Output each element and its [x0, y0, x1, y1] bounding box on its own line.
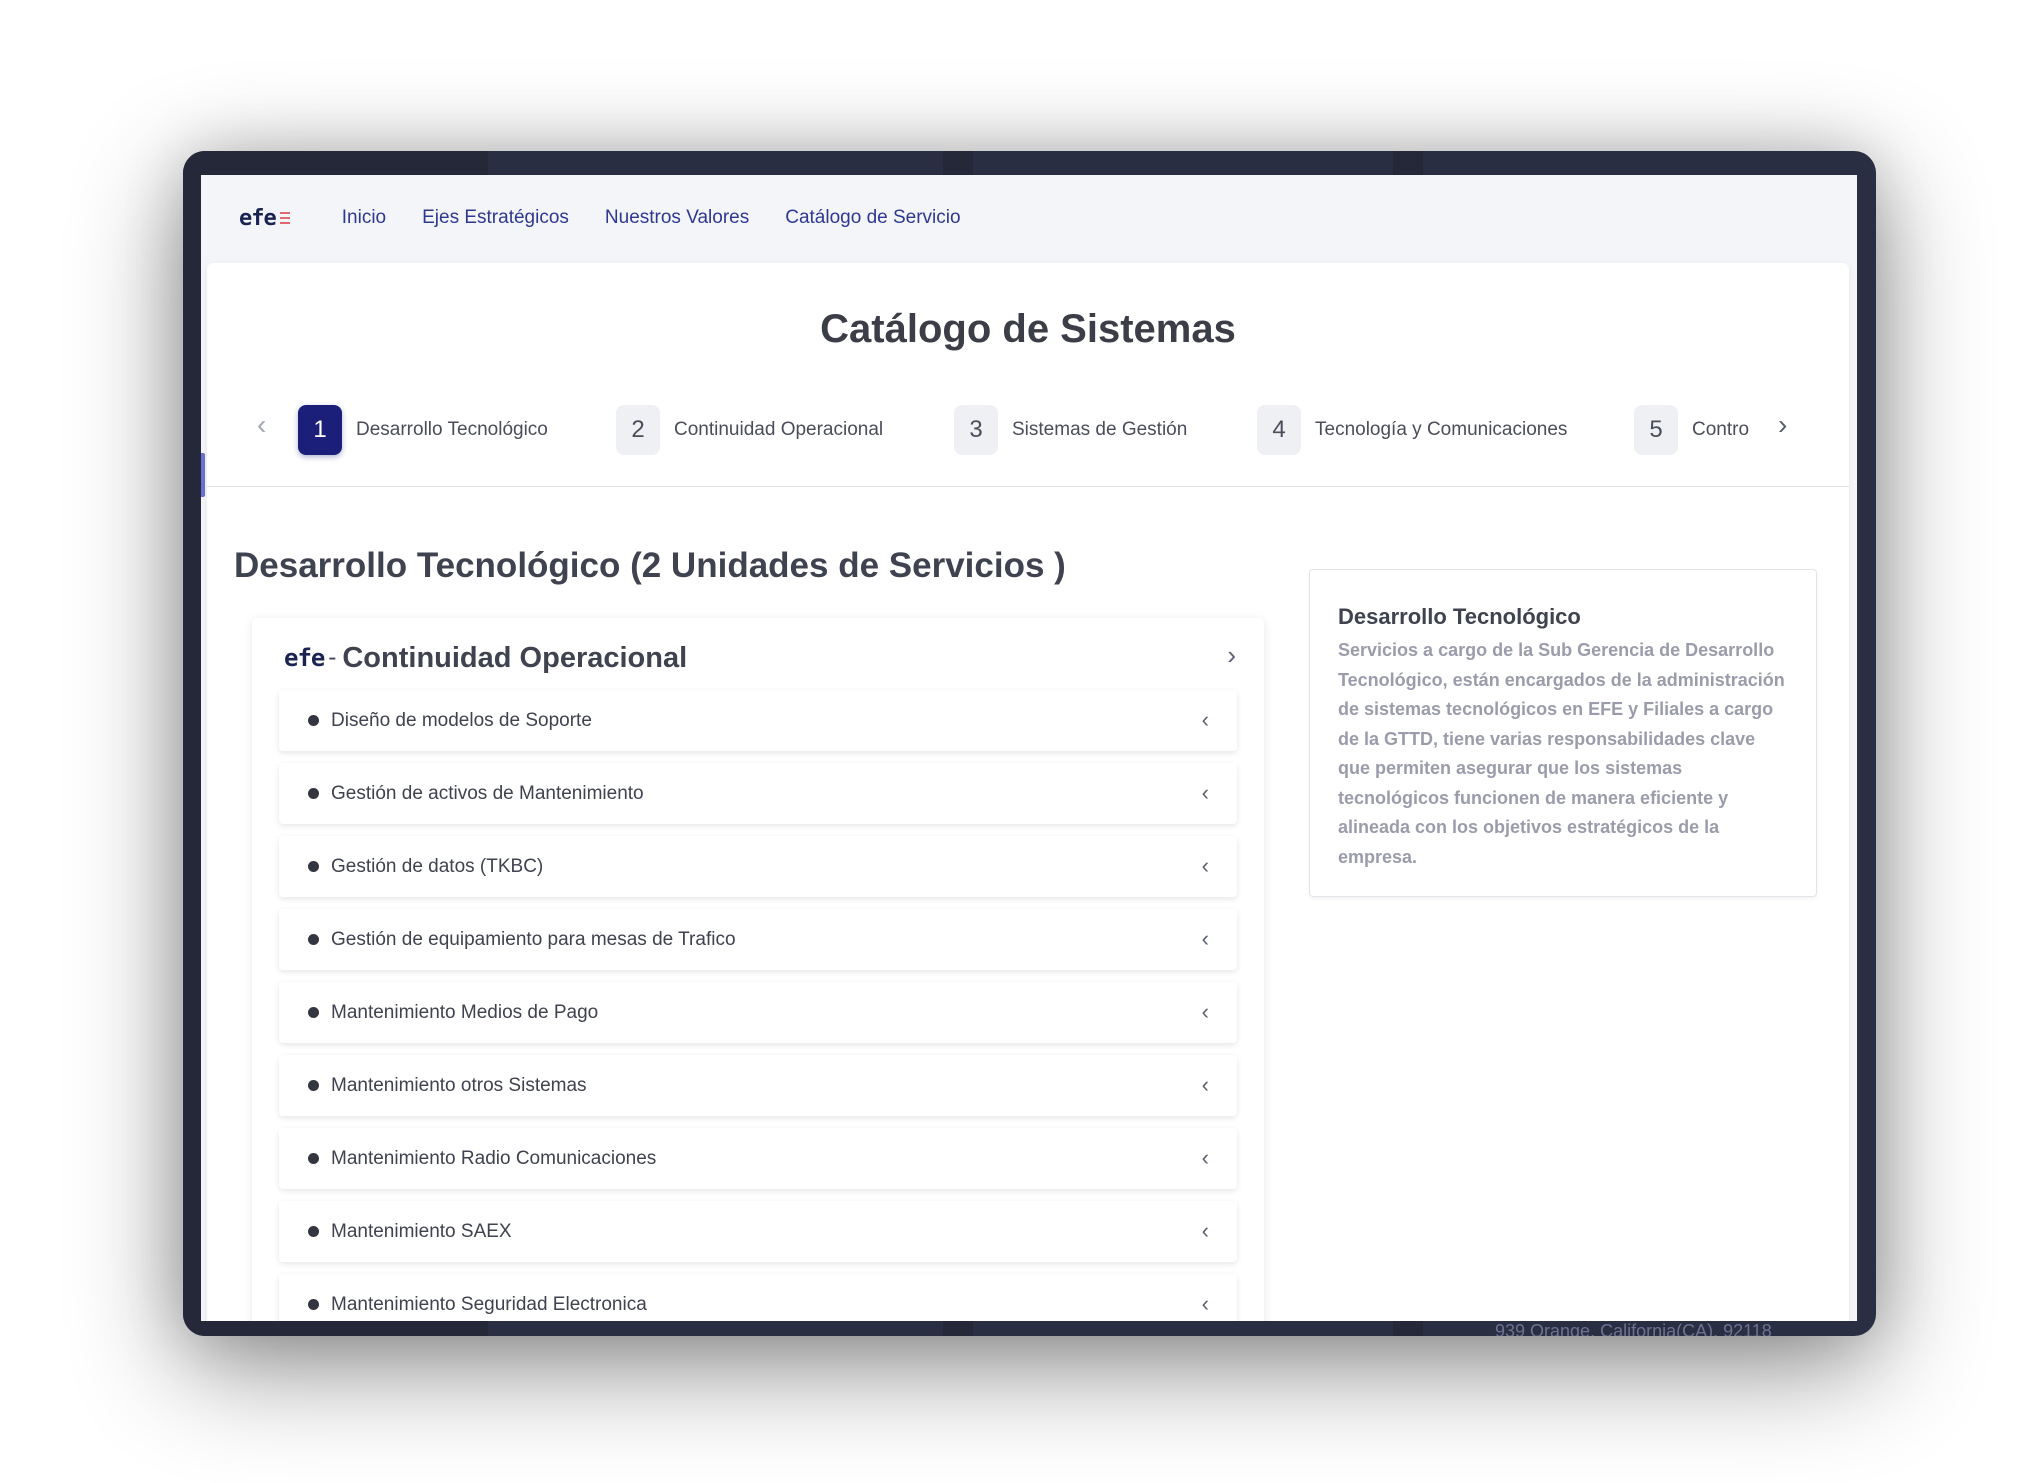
chevron-right-icon[interactable]: › [1227, 640, 1236, 671]
list-item-label: Gestión de datos (TKBC) [331, 855, 544, 877]
bullet-icon [308, 1080, 319, 1091]
step-number: 5 [1634, 405, 1678, 455]
chevron-left-icon[interactable]: ‹ [1202, 1072, 1209, 1098]
list-item-label: Mantenimiento SAEX [331, 1220, 512, 1242]
list-item[interactable]: Mantenimiento Radio Comunicaciones ‹ [279, 1128, 1237, 1189]
logo-text: efe [239, 205, 277, 231]
efe-logo[interactable]: efe [239, 206, 290, 231]
chevron-left-icon[interactable]: ‹ [1202, 707, 1209, 733]
bullet-icon [308, 788, 319, 799]
step-1[interactable]: 1 Desarrollo Tecnológico [298, 405, 548, 455]
chevron-left-icon[interactable]: ‹ [1202, 780, 1209, 806]
list-item[interactable]: Mantenimiento SAEX ‹ [279, 1201, 1237, 1262]
step-label: Sistemas de Gestión [1012, 419, 1188, 440]
list-item-label: Diseño de modelos de Soporte [331, 709, 592, 731]
step-number: 4 [1257, 405, 1301, 455]
nav-link-inicio[interactable]: Inicio [342, 207, 386, 229]
description-card: Desarrollo Tecnológico Servicios a cargo… [1309, 569, 1817, 897]
stepper: ‹ 1 Desarrollo Tecnológico 2 Continuidad… [207, 397, 1849, 457]
step-number: 1 [298, 405, 342, 455]
step-5[interactable]: 5 Contro [1634, 405, 1749, 455]
page-title: Catálogo de Sistemas [820, 307, 1236, 351]
chevron-left-icon[interactable]: ‹ [1202, 999, 1209, 1025]
service-list: Diseño de modelos de Soporte ‹ Gestión d… [279, 690, 1237, 1321]
catalog-card: Catálogo de Sistemas ‹ 1 Desarrollo Tecn… [207, 263, 1849, 1321]
nav-link-catalogo-servicio[interactable]: Catálogo de Servicio [785, 207, 960, 229]
description-body: Servicios a cargo de la Sub Gerencia de … [1338, 640, 1785, 867]
step-number: 2 [616, 405, 660, 455]
chevron-right-icon[interactable]: › [1778, 409, 1787, 441]
list-item-label: Mantenimiento Medios de Pago [331, 1001, 599, 1023]
list-item[interactable]: Gestión de activos de Mantenimiento ‹ [279, 763, 1237, 824]
bullet-icon [308, 861, 319, 872]
step-4[interactable]: 4 Tecnología y Comunicaciones [1257, 405, 1567, 455]
chevron-left-icon[interactable]: ‹ [1202, 1291, 1209, 1317]
chevron-left-icon[interactable]: ‹ [1202, 1218, 1209, 1244]
step-2[interactable]: 2 Continuidad Operacional [616, 405, 883, 455]
list-item-label: Mantenimiento otros Sistemas [331, 1074, 587, 1096]
list-item[interactable]: Diseño de modelos de Soporte ‹ [279, 690, 1237, 751]
step-label: Tecnología y Comunicaciones [1315, 419, 1568, 440]
description-title: Desarrollo Tecnológico [1338, 604, 1581, 629]
bullet-icon [308, 715, 319, 726]
unit-name: Continuidad Operacional [342, 641, 688, 674]
section-title: Desarrollo Tecnológico (2 Unidades de Se… [234, 546, 1066, 585]
unit-dash: - [328, 644, 337, 671]
stepper-divider [207, 486, 1849, 487]
chevron-left-icon[interactable]: ‹ [1202, 926, 1209, 952]
step-label: Continuidad Operacional [674, 419, 884, 440]
step-label: Desarrollo Tecnológico [356, 419, 548, 440]
list-item-label: Gestión de equipamiento para mesas de Tr… [331, 928, 736, 950]
bullet-icon [308, 1007, 319, 1018]
top-nav: efe Inicio Ejes Estratégicos Nuestros Va… [201, 175, 1857, 261]
bullet-icon [308, 1226, 319, 1237]
browser-screen: efe Inicio Ejes Estratégicos Nuestros Va… [201, 175, 1857, 1321]
chevron-left-icon[interactable]: ‹ [1202, 853, 1209, 879]
list-item-label: Gestión de activos de Mantenimiento [331, 782, 644, 804]
unit-logo: efe [284, 644, 325, 672]
bullet-icon [308, 1299, 319, 1310]
side-accent [201, 453, 205, 497]
step-3[interactable]: 3 Sistemas de Gestión [954, 405, 1187, 455]
list-item-label: Mantenimiento Radio Comunicaciones [331, 1147, 657, 1169]
list-item[interactable]: Gestión de datos (TKBC) ‹ [279, 836, 1237, 897]
step-label: Contro [1692, 419, 1750, 440]
list-item[interactable]: Gestión de equipamiento para mesas de Tr… [279, 909, 1237, 970]
footer-address: 939 Orange, California(CA), 92118 [1495, 1321, 1772, 1336]
logo-mark-icon [279, 212, 290, 224]
bullet-icon [308, 1153, 319, 1164]
nav-link-nuestros-valores[interactable]: Nuestros Valores [605, 207, 749, 229]
bullet-icon [308, 934, 319, 945]
list-item[interactable]: Mantenimiento Medios de Pago ‹ [279, 982, 1237, 1043]
unit-panel: efe - Continuidad Operacional › Diseño d… [252, 618, 1264, 1321]
list-item-label: Mantenimiento Seguridad Electronica [331, 1293, 647, 1315]
chevron-left-icon[interactable]: ‹ [257, 409, 266, 441]
step-number: 3 [954, 405, 998, 455]
list-item[interactable]: Mantenimiento otros Sistemas ‹ [279, 1055, 1237, 1116]
nav-link-ejes-estrategicos[interactable]: Ejes Estratégicos [422, 207, 569, 229]
chevron-left-icon[interactable]: ‹ [1202, 1145, 1209, 1171]
list-item[interactable]: Mantenimiento Seguridad Electronica ‹ [279, 1274, 1237, 1321]
unit-header[interactable]: efe - Continuidad Operacional [284, 636, 687, 680]
